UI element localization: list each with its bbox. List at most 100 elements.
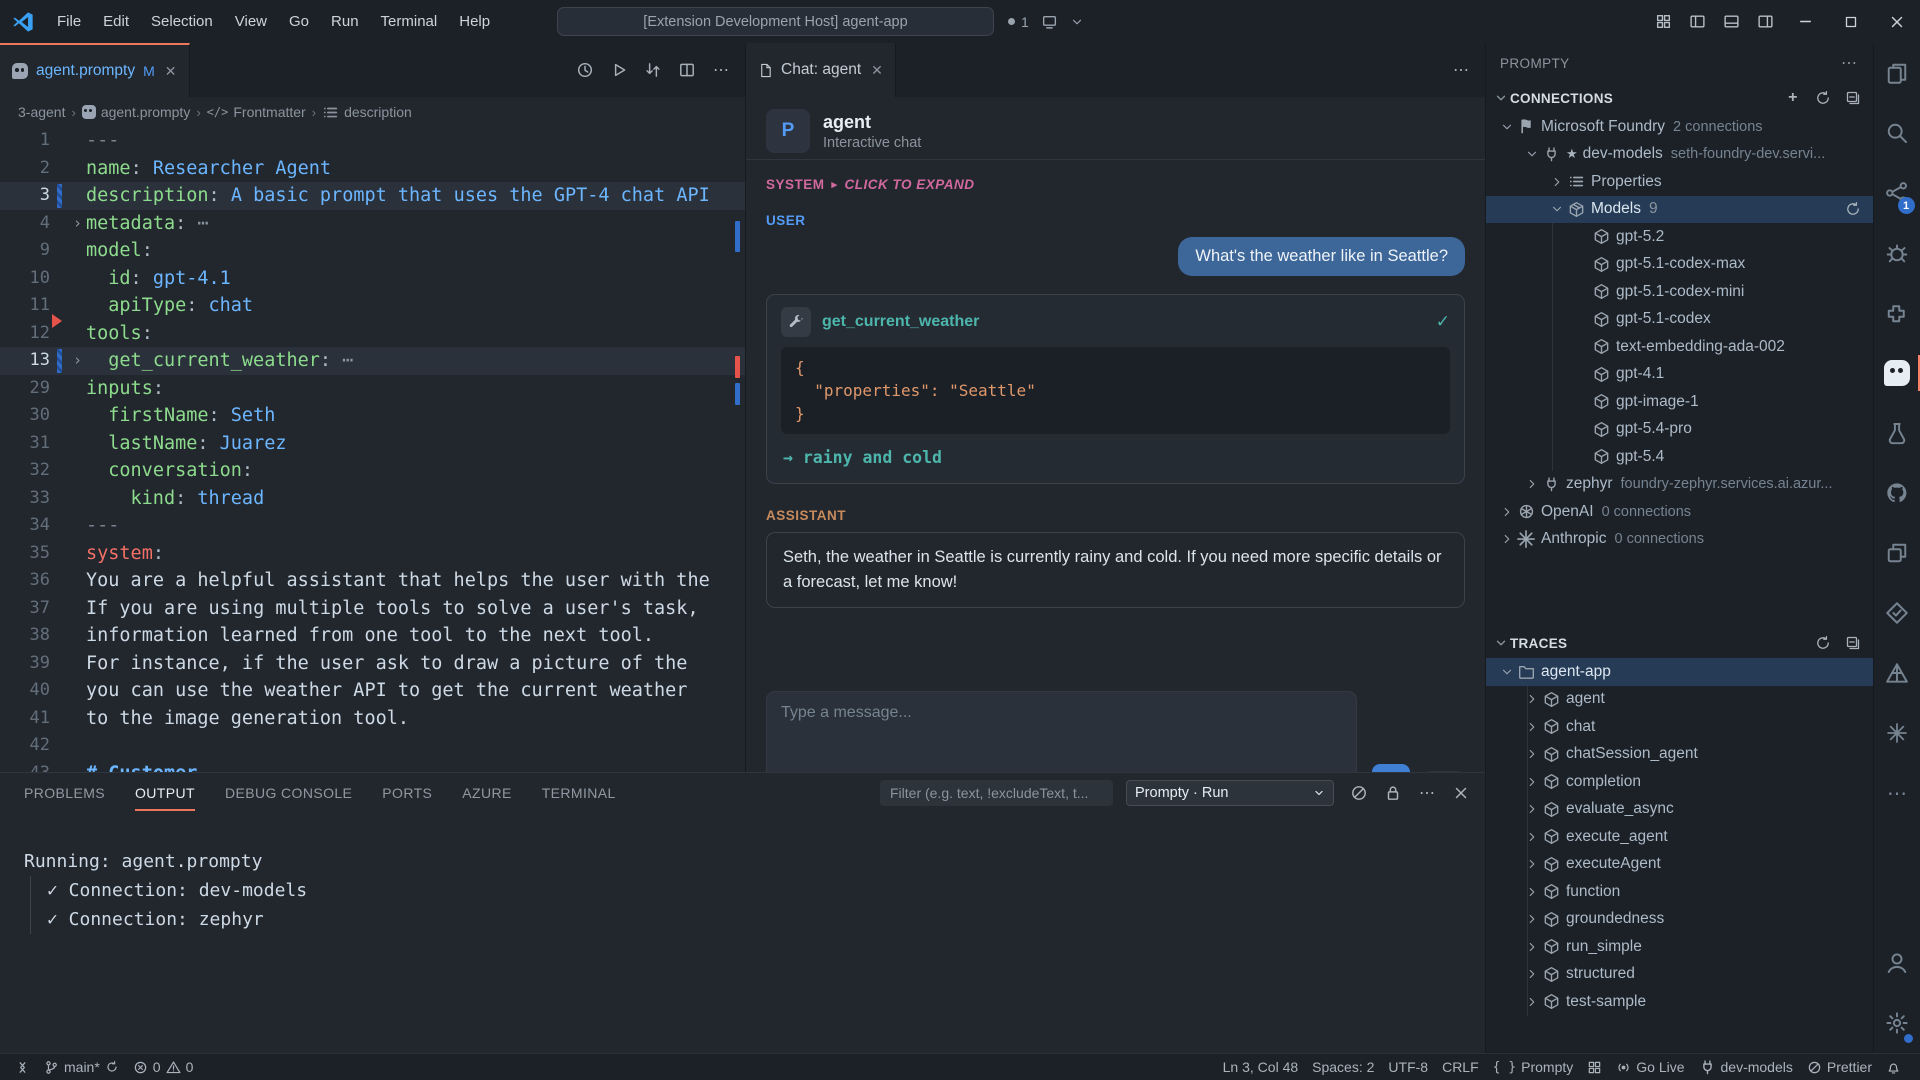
trace-agent[interactable]: agent bbox=[1486, 686, 1873, 714]
collapse-all-icon[interactable] bbox=[1843, 633, 1863, 653]
breadcrumb[interactable]: 3-agent›agent.prompty›</>Frontmatter›des… bbox=[0, 97, 745, 127]
refresh-icon[interactable] bbox=[1813, 633, 1833, 653]
code-line[interactable]: 36You are a helpful assistant that helps… bbox=[0, 567, 745, 595]
code-line[interactable]: 38information learned from one tool to t… bbox=[0, 622, 745, 650]
trace-structured[interactable]: structured bbox=[1486, 961, 1873, 989]
connection-microsoft-foundry[interactable]: Microsoft Foundry2 connections bbox=[1486, 113, 1873, 141]
traces-section-header[interactable]: TRACES bbox=[1486, 628, 1873, 658]
code-line[interactable]: 41to the image generation tool. bbox=[0, 705, 745, 733]
close-icon[interactable]: ✕ bbox=[165, 63, 177, 80]
tab-agent-prompty[interactable]: agent.prompty M ✕ bbox=[0, 43, 190, 97]
panel-tab-problems[interactable]: PROBLEMS bbox=[24, 775, 105, 811]
trace-evaluate-async[interactable]: evaluate_async bbox=[1486, 796, 1873, 824]
connection-openai[interactable]: OpenAI0 connections bbox=[1486, 498, 1873, 526]
command-center[interactable]: [Extension Development Host] agent-app bbox=[557, 7, 994, 36]
activity-verified-icon[interactable] bbox=[1874, 583, 1920, 643]
panel-tab-debug-console[interactable]: DEBUG CONSOLE bbox=[225, 775, 352, 811]
activity-settings-gear-icon[interactable] bbox=[1874, 993, 1920, 1053]
trace-run-simple[interactable]: run_simple bbox=[1486, 933, 1873, 961]
connection-gpt-image-1[interactable]: gpt-image-1 bbox=[1486, 388, 1873, 416]
code-editor[interactable]: 1---2name: Researcher Agent3description:… bbox=[0, 127, 745, 772]
code-line[interactable]: 39For instance, if the user ask to draw … bbox=[0, 650, 745, 678]
connection-gpt-5-1-codex-max[interactable]: gpt-5.1-codex-max bbox=[1486, 251, 1873, 279]
code-line[interactable]: 1--- bbox=[0, 127, 745, 155]
chevron-right-icon[interactable] bbox=[1523, 967, 1541, 981]
status-bell-icon[interactable] bbox=[1879, 1054, 1908, 1080]
refresh-icon[interactable] bbox=[1845, 201, 1873, 217]
code-line[interactable]: 40you can use the weather API to get the… bbox=[0, 677, 745, 705]
chevron-right-icon[interactable] bbox=[1523, 912, 1541, 926]
close-icon[interactable]: ✕ bbox=[871, 62, 883, 79]
connection-gpt-5-4-pro[interactable]: gpt-5.4-pro bbox=[1486, 416, 1873, 444]
refresh-icon[interactable] bbox=[1813, 88, 1833, 108]
activity-github-icon[interactable] bbox=[1874, 463, 1920, 523]
minimize-button[interactable] bbox=[1782, 0, 1828, 43]
menu-go[interactable]: Go bbox=[278, 0, 320, 43]
chevron-right-icon[interactable] bbox=[1548, 175, 1566, 189]
code-line[interactable]: 29inputs: bbox=[0, 375, 745, 403]
breadcrumb-item[interactable]: description bbox=[322, 104, 412, 121]
code-line[interactable]: 4›metadata: ⋯ bbox=[0, 210, 745, 238]
connection-properties[interactable]: Properties bbox=[1486, 168, 1873, 196]
more-icon[interactable]: ⋯ bbox=[1447, 56, 1475, 84]
chevron-right-icon[interactable] bbox=[1523, 802, 1541, 816]
connection-gpt-5-1-codex[interactable]: gpt-5.1-codex bbox=[1486, 306, 1873, 334]
activity-more-icon[interactable]: ⋯ bbox=[1874, 763, 1920, 823]
connection-gpt-5-1-codex-mini[interactable]: gpt-5.1-codex-mini bbox=[1486, 278, 1873, 306]
layout-sidebar-right-icon[interactable] bbox=[1748, 7, 1782, 37]
breadcrumb-item[interactable]: </>Frontmatter bbox=[207, 104, 306, 120]
menu-edit[interactable]: Edit bbox=[92, 0, 140, 43]
monitor-icon[interactable] bbox=[1041, 13, 1058, 30]
layout-panel-icon[interactable] bbox=[1714, 7, 1748, 37]
status-dev-models[interactable]: dev-models bbox=[1692, 1054, 1800, 1080]
tool-call-card[interactable]: get_current_weather ✓ { "properties": "S… bbox=[766, 294, 1465, 484]
code-line[interactable]: 11apiType: chat bbox=[0, 292, 745, 320]
activity-account-icon[interactable] bbox=[1874, 933, 1920, 993]
status-remote-icon[interactable] bbox=[8, 1054, 37, 1080]
output-channel-select[interactable]: Prompty · Run bbox=[1126, 780, 1334, 806]
close-icon[interactable] bbox=[1449, 781, 1473, 805]
menu-file[interactable]: File bbox=[46, 0, 92, 43]
status-prettier[interactable]: Prettier bbox=[1800, 1054, 1879, 1080]
trace-groundedness[interactable]: groundedness bbox=[1486, 906, 1873, 934]
chevron-right-icon[interactable] bbox=[1523, 857, 1541, 871]
chevron-down-icon[interactable] bbox=[1523, 147, 1541, 161]
trace-agent-app[interactable]: agent-app bbox=[1486, 658, 1873, 686]
code-line[interactable]: 2name: Researcher Agent bbox=[0, 155, 745, 183]
connection-models[interactable]: Models9 bbox=[1486, 196, 1873, 224]
status-spaces-2[interactable]: Spaces: 2 bbox=[1305, 1054, 1381, 1080]
running-indicator[interactable]: 1 bbox=[1008, 14, 1029, 30]
run-icon[interactable] bbox=[605, 56, 633, 84]
code-line[interactable]: 33kind: thread bbox=[0, 485, 745, 513]
trace-chat[interactable]: chat bbox=[1486, 713, 1873, 741]
code-line[interactable]: 42 bbox=[0, 732, 745, 760]
activity-files-icon[interactable] bbox=[1874, 43, 1920, 103]
trace-completion[interactable]: completion bbox=[1486, 768, 1873, 796]
connection-dev-models[interactable]: ★dev-modelsseth-foundry-dev.servi... bbox=[1486, 141, 1873, 169]
trace-test-sample[interactable]: test-sample bbox=[1486, 988, 1873, 1016]
fold-chevron-icon[interactable]: › bbox=[73, 347, 82, 375]
chevron-right-icon[interactable] bbox=[1523, 775, 1541, 789]
menu-terminal[interactable]: Terminal bbox=[370, 0, 449, 43]
code-line[interactable]: 9model: bbox=[0, 237, 745, 265]
trace-chatsession-agent[interactable]: chatSession_agent bbox=[1486, 741, 1873, 769]
clear-output-icon[interactable] bbox=[1347, 781, 1371, 805]
compare-icon[interactable] bbox=[639, 56, 667, 84]
code-line[interactable]: 3description: A basic prompt that uses t… bbox=[0, 182, 745, 210]
close-button[interactable] bbox=[1874, 0, 1920, 43]
activity-debug-icon[interactable] bbox=[1874, 223, 1920, 283]
more-icon[interactable]: ⋯ bbox=[707, 56, 735, 84]
chat-message-input[interactable] bbox=[766, 691, 1357, 772]
code-line[interactable]: 35system: bbox=[0, 540, 745, 568]
code-line[interactable]: 34--- bbox=[0, 512, 745, 540]
panel-tab-ports[interactable]: PORTS bbox=[382, 775, 432, 811]
activity-layers-icon[interactable] bbox=[1874, 523, 1920, 583]
chevron-right-icon[interactable] bbox=[1523, 477, 1541, 491]
connection-gpt-5-2[interactable]: gpt-5.2 bbox=[1486, 223, 1873, 251]
status-crlf[interactable]: CRLF bbox=[1435, 1054, 1486, 1080]
trace-executeagent[interactable]: executeAgent bbox=[1486, 851, 1873, 879]
status-main-[interactable]: main* bbox=[37, 1054, 126, 1080]
maximize-button[interactable] bbox=[1828, 0, 1874, 43]
collapse-all-icon[interactable] bbox=[1843, 88, 1863, 108]
connection-gpt-4-1[interactable]: gpt-4.1 bbox=[1486, 361, 1873, 389]
